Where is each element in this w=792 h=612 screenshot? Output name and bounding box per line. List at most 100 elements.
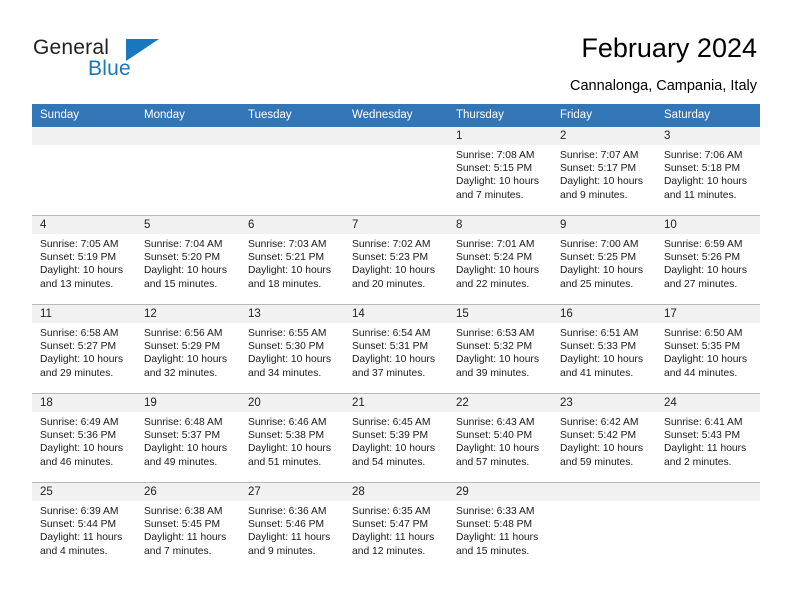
- calendar-day-cell[interactable]: 8 Sunrise: 7:01 AM Sunset: 5:24 PM Daylight…: [448, 215, 552, 305]
- calendar-day-cell[interactable]: 6 Sunrise: 7:03 AM Sunset: 5:21 PM Daylight…: [240, 215, 344, 305]
- calendar-day-cell[interactable]: 14 Sunrise: 6:54 AM Sunset: 5:31 PM Dayligh…: [344, 304, 448, 394]
- daylight-text-line2: and 7 minutes.: [144, 545, 212, 557]
- sunrise-text: Sunrise: 7:08 AM: [456, 150, 535, 161]
- day-sun-info: Sunrise: 6:35 AM Sunset: 5:47 PM Daylight:…: [344, 501, 448, 558]
- calendar-day-cell[interactable]: 23 Sunrise: 6:42 AM Sunset: 5:42 PM Dayligh…: [552, 393, 656, 483]
- day-sun-info: Sunrise: 6:33 AM Sunset: 5:48 PM Daylight:…: [448, 501, 552, 558]
- sunset-text: Sunset: 5:17 PM: [560, 163, 637, 175]
- calendar-cell-empty: [136, 127, 240, 216]
- daylight-text-line1: Daylight: 10 hours: [352, 265, 435, 277]
- weekday-header-friday: Friday: [552, 104, 656, 127]
- daylight-text-line1: Daylight: 10 hours: [456, 354, 539, 366]
- day-number: 14: [344, 305, 448, 323]
- calendar-day-cell[interactable]: 2 Sunrise: 7:07 AM Sunset: 5:17 PM Daylight…: [552, 127, 656, 216]
- sunrise-text: Sunrise: 6:43 AM: [456, 417, 535, 428]
- calendar-day-cell[interactable]: 21 Sunrise: 6:45 AM Sunset: 5:39 PM Dayligh…: [344, 393, 448, 483]
- calendar-week-row: 1 Sunrise: 7:08 AM Sunset: 5:15 PM Daylight…: [32, 127, 760, 216]
- day-sun-info: Sunrise: 7:05 AM Sunset: 5:19 PM Daylight:…: [32, 234, 136, 291]
- daylight-text-line1: Daylight: 10 hours: [664, 354, 747, 366]
- day-number: 22: [448, 394, 552, 412]
- logo-text-blue: Blue: [88, 57, 131, 80]
- daylight-text-line2: and 18 minutes.: [248, 278, 322, 290]
- daylight-text-line2: and 37 minutes.: [352, 367, 426, 379]
- daylight-text-line1: Daylight: 10 hours: [248, 443, 331, 455]
- calendar-day-cell[interactable]: 9 Sunrise: 7:00 AM Sunset: 5:25 PM Daylight…: [552, 215, 656, 305]
- calendar-day-cell[interactable]: 3 Sunrise: 7:06 AM Sunset: 5:18 PM Daylight…: [656, 127, 760, 216]
- sunrise-text: Sunrise: 6:46 AM: [248, 417, 327, 428]
- day-sun-info: Sunrise: 6:46 AM Sunset: 5:38 PM Daylight:…: [240, 412, 344, 469]
- daylight-text-line2: and 29 minutes.: [40, 367, 114, 379]
- daylight-text-line1: Daylight: 10 hours: [144, 265, 227, 277]
- daylight-text-line2: and 46 minutes.: [40, 456, 114, 468]
- calendar-day-cell[interactable]: 28 Sunrise: 6:35 AM Sunset: 5:47 PM Dayligh…: [344, 482, 448, 571]
- sunset-text: Sunset: 5:25 PM: [560, 252, 637, 264]
- daylight-text-line2: and 41 minutes.: [560, 367, 634, 379]
- day-number: 1: [448, 127, 552, 145]
- daylight-text-line2: and 15 minutes.: [456, 545, 530, 557]
- calendar-day-cell[interactable]: 17 Sunrise: 6:50 AM Sunset: 5:35 PM Dayligh…: [656, 304, 760, 394]
- day-sun-info: Sunrise: 6:49 AM Sunset: 5:36 PM Daylight:…: [32, 412, 136, 469]
- day-sun-info: Sunrise: 7:03 AM Sunset: 5:21 PM Daylight:…: [240, 234, 344, 291]
- calendar-day-cell[interactable]: 1 Sunrise: 7:08 AM Sunset: 5:15 PM Daylight…: [448, 127, 552, 216]
- sunrise-text: Sunrise: 6:45 AM: [352, 417, 431, 428]
- sunset-text: Sunset: 5:46 PM: [248, 519, 325, 531]
- sunrise-text: Sunrise: 6:50 AM: [664, 328, 743, 339]
- daylight-text-line1: Daylight: 10 hours: [560, 176, 643, 188]
- calendar-day-cell[interactable]: 11 Sunrise: 6:58 AM Sunset: 5:27 PM Dayligh…: [32, 304, 136, 394]
- sunset-text: Sunset: 5:26 PM: [664, 252, 741, 264]
- weekday-header-saturday: Saturday: [656, 104, 760, 127]
- daylight-text-line1: Daylight: 10 hours: [352, 354, 435, 366]
- daylight-text-line1: Daylight: 10 hours: [248, 354, 331, 366]
- day-number: 11: [32, 305, 136, 323]
- day-sun-info: Sunrise: 6:55 AM Sunset: 5:30 PM Daylight:…: [240, 323, 344, 380]
- sunset-text: Sunset: 5:30 PM: [248, 341, 325, 353]
- day-sun-info: Sunrise: 6:53 AM Sunset: 5:32 PM Daylight:…: [448, 323, 552, 380]
- calendar-day-cell[interactable]: 22 Sunrise: 6:43 AM Sunset: 5:40 PM Dayligh…: [448, 393, 552, 483]
- calendar-day-cell[interactable]: 7 Sunrise: 7:02 AM Sunset: 5:23 PM Daylight…: [344, 215, 448, 305]
- calendar-cell-empty: [32, 127, 136, 216]
- calendar-day-cell[interactable]: 29 Sunrise: 6:33 AM Sunset: 5:48 PM Dayligh…: [448, 482, 552, 571]
- daylight-text-line2: and 49 minutes.: [144, 456, 218, 468]
- sunrise-text: Sunrise: 6:36 AM: [248, 506, 327, 517]
- daylight-text-line2: and 39 minutes.: [456, 367, 530, 379]
- calendar-day-cell[interactable]: 10 Sunrise: 6:59 AM Sunset: 5:26 PM Dayligh…: [656, 215, 760, 305]
- sunrise-text: Sunrise: 6:56 AM: [144, 328, 223, 339]
- calendar-day-cell[interactable]: 20 Sunrise: 6:46 AM Sunset: 5:38 PM Dayligh…: [240, 393, 344, 483]
- calendar-cell-empty: [240, 127, 344, 216]
- day-number: 10: [656, 216, 760, 234]
- day-number: 23: [552, 394, 656, 412]
- calendar-day-cell[interactable]: 12 Sunrise: 6:56 AM Sunset: 5:29 PM Dayligh…: [136, 304, 240, 394]
- page-header: General Blue February 2024 Cannalonga, C…: [0, 0, 792, 100]
- calendar-week-row: 4 Sunrise: 7:05 AM Sunset: 5:19 PM Daylight…: [32, 215, 760, 305]
- calendar-day-cell[interactable]: 19 Sunrise: 6:48 AM Sunset: 5:37 PM Dayligh…: [136, 393, 240, 483]
- sunset-text: Sunset: 5:48 PM: [456, 519, 533, 531]
- day-sun-info: Sunrise: 7:01 AM Sunset: 5:24 PM Daylight:…: [448, 234, 552, 291]
- calendar-day-cell[interactable]: 24 Sunrise: 6:41 AM Sunset: 5:43 PM Dayligh…: [656, 393, 760, 483]
- daylight-text-line1: Daylight: 11 hours: [144, 532, 227, 544]
- day-number: [136, 127, 240, 145]
- day-number: 4: [32, 216, 136, 234]
- calendar-day-cell[interactable]: 25 Sunrise: 6:39 AM Sunset: 5:44 PM Dayligh…: [32, 482, 136, 571]
- day-number: 13: [240, 305, 344, 323]
- calendar-day-cell[interactable]: 5 Sunrise: 7:04 AM Sunset: 5:20 PM Daylight…: [136, 215, 240, 305]
- calendar-head: Sunday Monday Tuesday Wednesday Thursday…: [32, 104, 760, 127]
- calendar-day-cell[interactable]: 13 Sunrise: 6:55 AM Sunset: 5:30 PM Dayligh…: [240, 304, 344, 394]
- calendar-day-cell[interactable]: 4 Sunrise: 7:05 AM Sunset: 5:19 PM Daylight…: [32, 215, 136, 305]
- daylight-text-line1: Daylight: 10 hours: [40, 265, 123, 277]
- day-sun-info: Sunrise: 7:00 AM Sunset: 5:25 PM Daylight:…: [552, 234, 656, 291]
- daylight-text-line2: and 59 minutes.: [560, 456, 634, 468]
- daylight-text-line1: Daylight: 10 hours: [664, 176, 747, 188]
- calendar-day-cell[interactable]: 15 Sunrise: 6:53 AM Sunset: 5:32 PM Dayligh…: [448, 304, 552, 394]
- location-subtitle: Cannalonga, Campania, Italy: [569, 78, 757, 94]
- daylight-text-line1: Daylight: 11 hours: [456, 532, 539, 544]
- sunrise-text: Sunrise: 7:07 AM: [560, 150, 639, 161]
- calendar-day-cell[interactable]: 26 Sunrise: 6:38 AM Sunset: 5:45 PM Dayligh…: [136, 482, 240, 571]
- daylight-text-line2: and 22 minutes.: [456, 278, 530, 290]
- sunset-text: Sunset: 5:29 PM: [144, 341, 221, 353]
- calendar-day-cell[interactable]: 16 Sunrise: 6:51 AM Sunset: 5:33 PM Dayligh…: [552, 304, 656, 394]
- sunset-text: Sunset: 5:35 PM: [664, 341, 741, 353]
- calendar-day-cell[interactable]: 27 Sunrise: 6:36 AM Sunset: 5:46 PM Dayligh…: [240, 482, 344, 571]
- calendar-day-cell[interactable]: 18 Sunrise: 6:49 AM Sunset: 5:36 PM Dayligh…: [32, 393, 136, 483]
- daylight-text-line1: Daylight: 10 hours: [352, 443, 435, 455]
- daylight-text-line2: and 27 minutes.: [664, 278, 738, 290]
